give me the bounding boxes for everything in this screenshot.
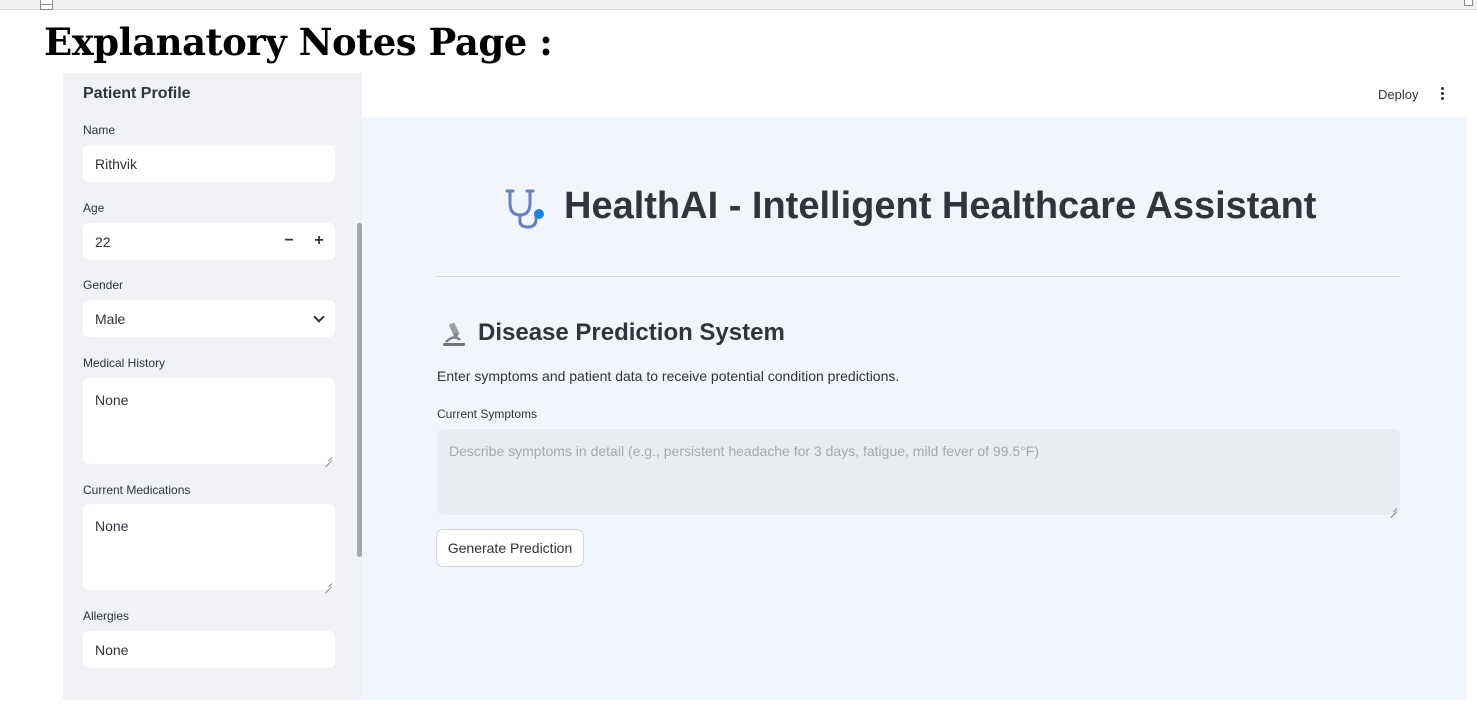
chevron-down-icon: [313, 311, 325, 323]
section-description: Enter symptoms and patient data to recei…: [437, 368, 900, 384]
allergies-value: None: [95, 642, 129, 658]
main-content: Deploy HealthAI - Intelligent Healthcare…: [362, 73, 1467, 700]
allergies-label: Allergies: [83, 609, 130, 623]
current-medications-label: Current Medications: [83, 483, 191, 497]
age-increment-button[interactable]: +: [311, 232, 327, 250]
gender-label: Gender: [83, 278, 124, 292]
stethoscope-icon: [505, 189, 544, 229]
sidebar: Patient Profile Name Rithvik Age 22 − + …: [63, 73, 362, 700]
medical-history-label: Medical History: [83, 356, 166, 370]
divider: [437, 276, 1400, 277]
collapse-toggle-icon[interactable]: [40, 0, 53, 10]
resize-handle-icon[interactable]: [1389, 504, 1397, 512]
current-medications-value: None: [95, 518, 129, 534]
gender-value: Male: [95, 311, 126, 327]
gender-select[interactable]: Male: [83, 300, 335, 337]
age-label: Age: [83, 201, 105, 215]
age-number-input[interactable]: 22 − +: [83, 223, 335, 260]
more-vertical-icon[interactable]: [1439, 87, 1445, 103]
section-title: Disease Prediction System: [478, 319, 785, 346]
document-heading: Explanatory Notes Page :: [44, 20, 553, 64]
name-input[interactable]: Rithvik: [83, 145, 335, 182]
symptoms-label: Current Symptoms: [437, 407, 538, 421]
medical-history-textarea[interactable]: None: [83, 378, 335, 464]
app-header: Deploy: [362, 73, 1467, 117]
allergies-input[interactable]: None: [83, 631, 335, 668]
name-value: Rithvik: [95, 156, 138, 172]
age-decrement-button[interactable]: −: [281, 232, 297, 250]
symptoms-placeholder: Describe symptoms in detail (e.g., persi…: [449, 443, 1039, 459]
symptoms-textarea[interactable]: Describe symptoms in detail (e.g., persi…: [437, 429, 1400, 515]
sidebar-title: Patient Profile: [83, 85, 191, 102]
current-medications-textarea[interactable]: None: [83, 504, 335, 590]
deploy-button[interactable]: Deploy: [1378, 87, 1418, 102]
generate-prediction-button[interactable]: Generate Prediction: [436, 529, 584, 567]
medical-history-value: None: [95, 392, 129, 408]
app-title: HealthAI - Intelligent Healthcare Assist…: [564, 185, 1317, 227]
document-toolbar-strip: [0, 0, 1477, 10]
age-value: 22: [95, 234, 111, 250]
microscope-icon: [443, 322, 465, 346]
resize-handle-icon[interactable]: [324, 579, 332, 587]
name-label: Name: [83, 123, 116, 137]
resize-handle-icon[interactable]: [324, 453, 332, 461]
corner-marker-icon: [1464, 0, 1473, 6]
app-window: Patient Profile Name Rithvik Age 22 − + …: [63, 73, 1467, 700]
